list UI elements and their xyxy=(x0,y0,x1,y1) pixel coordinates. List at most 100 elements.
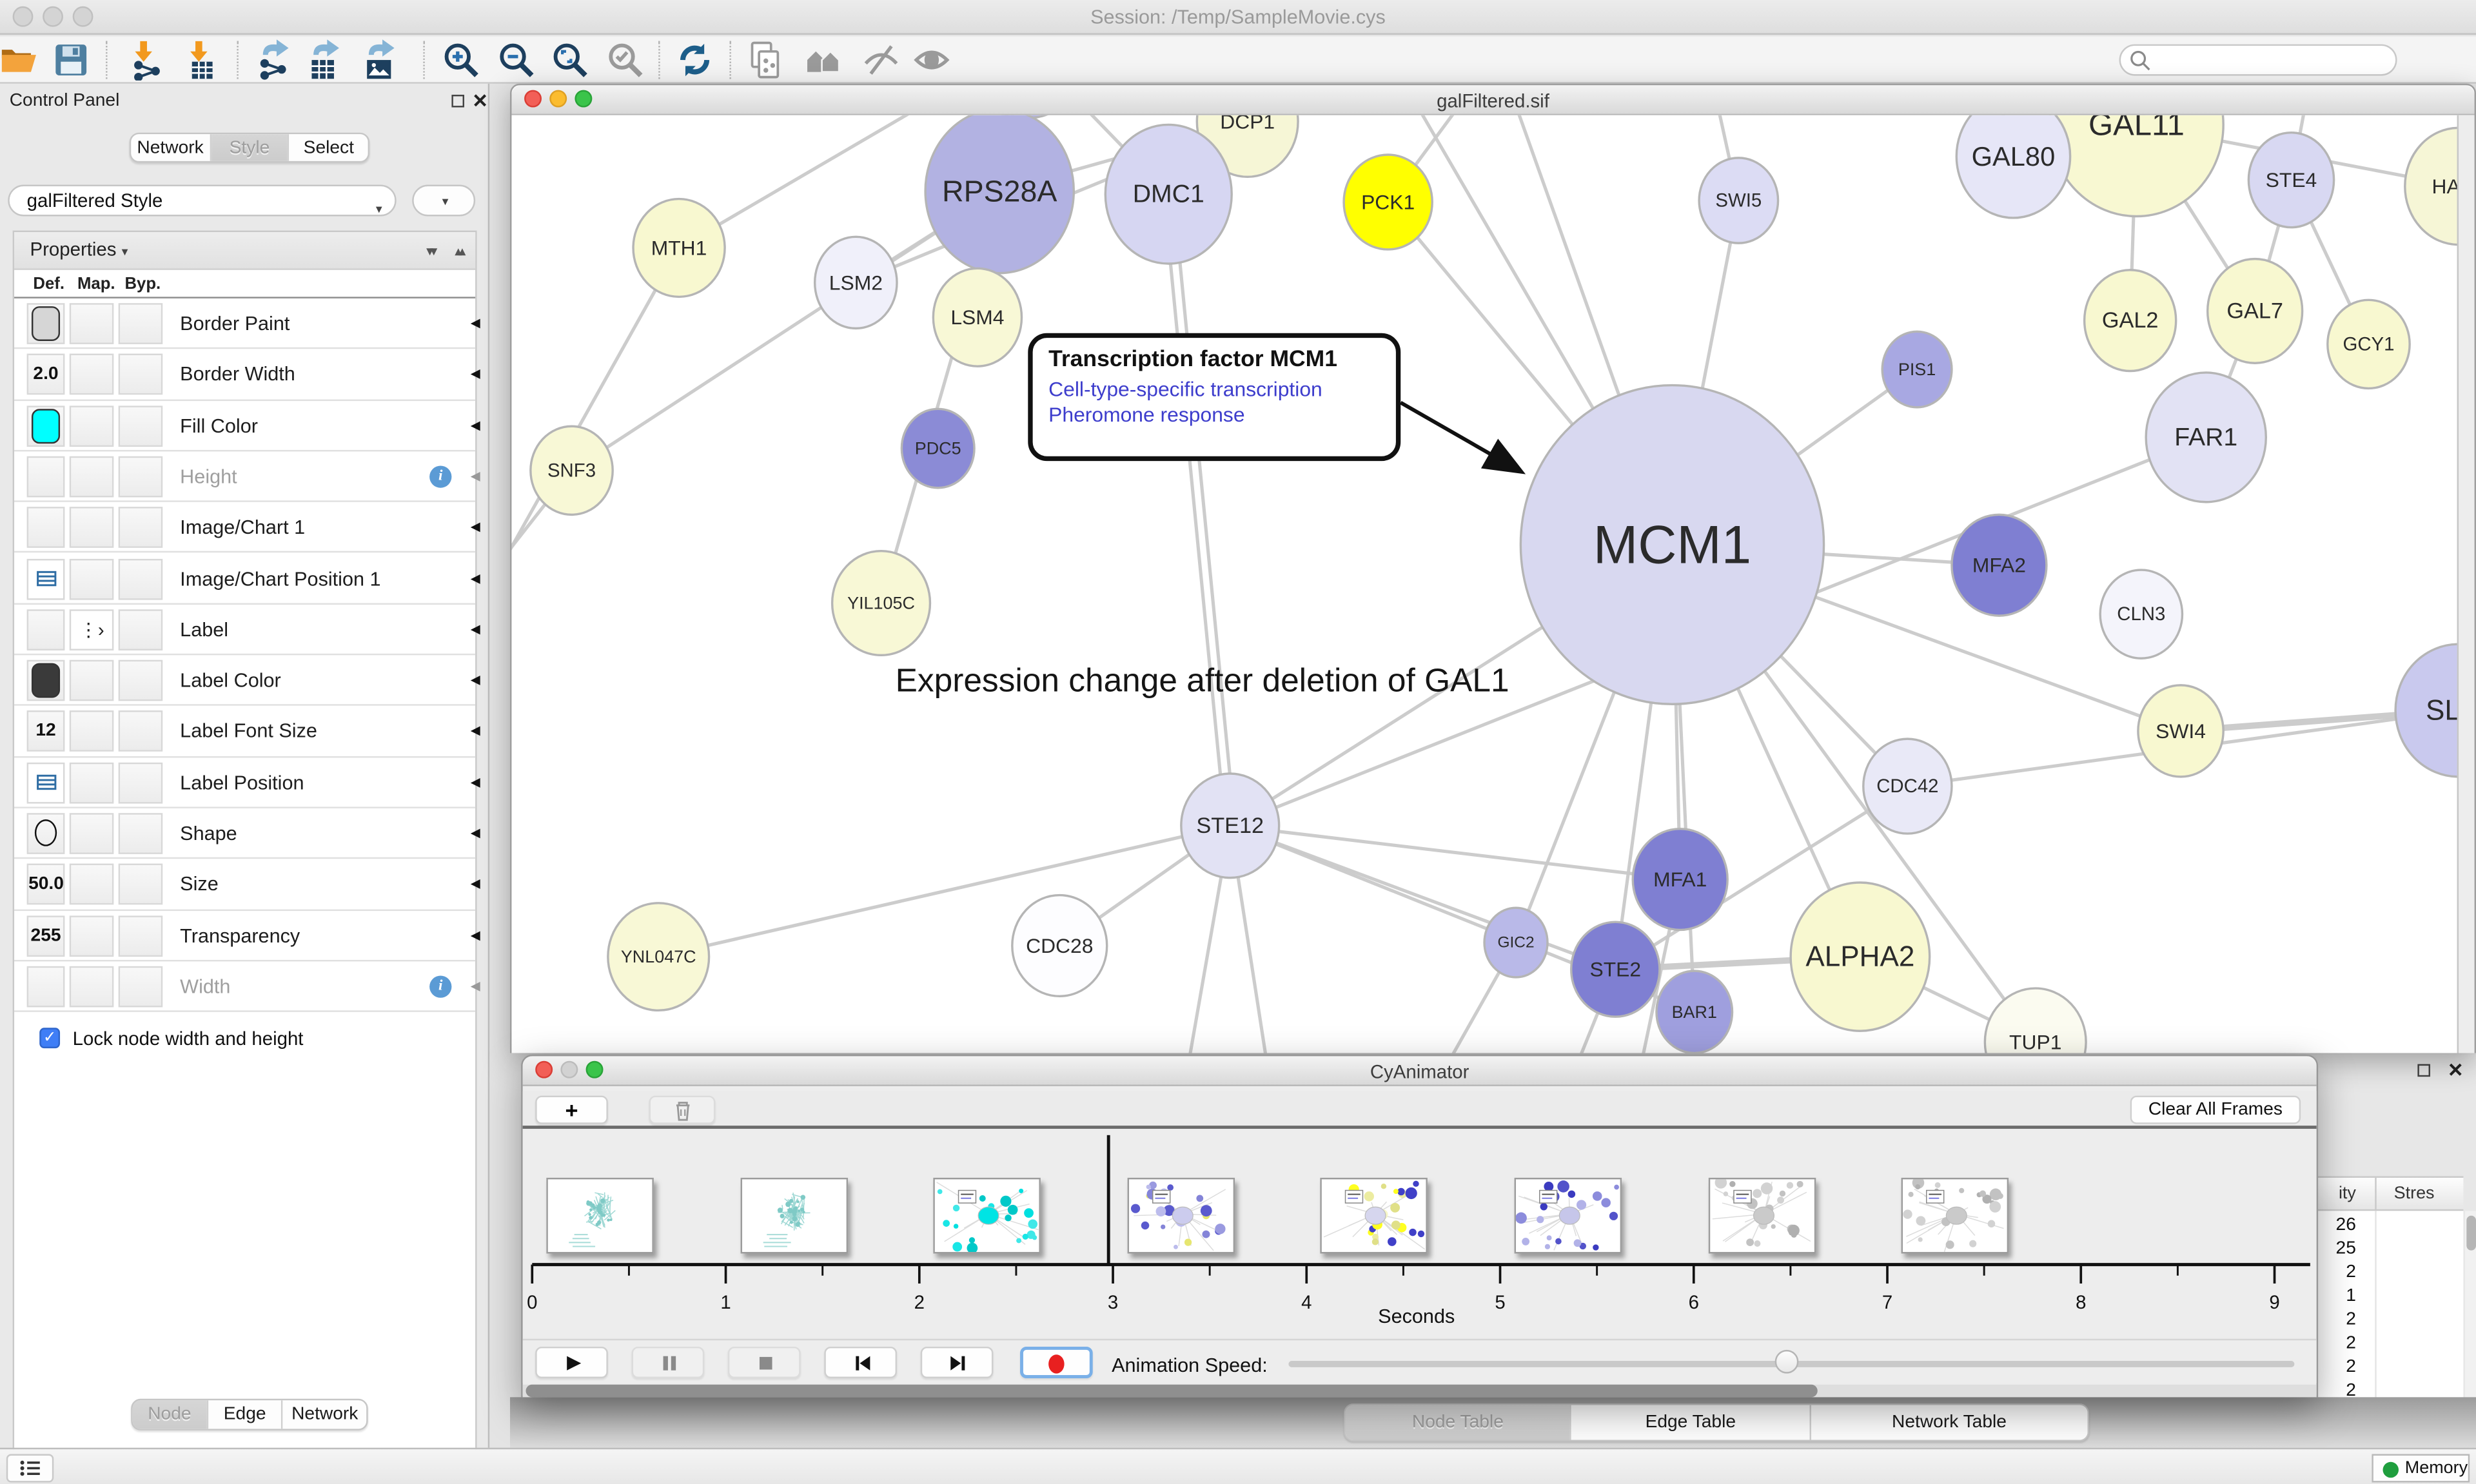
expand-row-icon[interactable]: ◀ xyxy=(471,928,480,942)
zoom-in-icon[interactable] xyxy=(440,39,482,81)
bypass-value-cell[interactable] xyxy=(119,762,163,803)
network-overview-icon[interactable] xyxy=(802,39,843,81)
annotation-link[interactable]: Pheromone response xyxy=(1048,402,1380,426)
info-icon[interactable]: i xyxy=(429,465,451,487)
record-button[interactable] xyxy=(1020,1347,1093,1378)
network-scrollbar[interactable] xyxy=(2457,115,2475,1053)
save-session-icon[interactable] xyxy=(50,39,91,81)
bypass-value-cell[interactable] xyxy=(119,354,163,395)
animation-speed-slider-thumb[interactable] xyxy=(1775,1350,1799,1374)
expand-row-icon[interactable]: ◀ xyxy=(471,877,480,891)
property-row-fill-color[interactable]: Fill Color◀ xyxy=(14,400,475,451)
open-file-icon[interactable] xyxy=(0,39,39,81)
mapping-value-cell[interactable] xyxy=(70,558,114,600)
property-row-shape[interactable]: Shape◀ xyxy=(14,808,475,859)
property-row-image-chart-position-1[interactable]: Image/Chart Position 1◀ xyxy=(14,553,475,604)
style-options-button[interactable]: ▾ xyxy=(412,185,475,217)
mapping-value-cell[interactable] xyxy=(70,405,114,446)
export-network-icon[interactable] xyxy=(253,39,294,81)
property-row-size[interactable]: 50.0Size◀ xyxy=(14,859,475,910)
play-button[interactable] xyxy=(535,1347,608,1378)
delete-frame-button[interactable] xyxy=(649,1096,716,1124)
network-edge[interactable] xyxy=(658,826,1230,957)
property-row-width[interactable]: Widthi◀ xyxy=(14,961,475,1012)
show-panels-button[interactable] xyxy=(6,1453,54,1481)
import-table-icon[interactable] xyxy=(180,39,221,81)
lock-size-checkbox[interactable]: ✓ xyxy=(39,1028,60,1049)
hide-details-icon[interactable] xyxy=(861,39,902,81)
mapping-value-cell[interactable] xyxy=(70,966,114,1008)
bypass-value-cell[interactable] xyxy=(119,558,163,600)
timeline-playhead[interactable] xyxy=(1107,1135,1110,1265)
default-value-cell[interactable] xyxy=(27,813,65,854)
cyanimator-title-bar[interactable]: CyAnimator xyxy=(523,1056,2317,1086)
default-value-cell[interactable] xyxy=(27,609,65,650)
float-panel-icon[interactable] xyxy=(451,95,464,108)
mapping-value-cell[interactable] xyxy=(70,303,114,344)
mapping-value-cell[interactable]: ⋮› xyxy=(70,609,114,650)
property-row-border-width[interactable]: 2.0Border Width◀ xyxy=(14,349,475,400)
expand-row-icon[interactable]: ◀ xyxy=(471,367,480,381)
close-panel-icon[interactable]: ✕ xyxy=(472,93,488,108)
export-image-icon[interactable] xyxy=(359,39,400,81)
expand-row-icon[interactable]: ◀ xyxy=(471,469,480,483)
style-selector[interactable]: galFiltered Style ▾ xyxy=(8,185,396,217)
default-value-cell[interactable] xyxy=(27,762,65,803)
mapping-value-cell[interactable] xyxy=(70,762,114,803)
mapping-value-cell[interactable] xyxy=(70,915,114,956)
zoom-fit-icon[interactable] xyxy=(549,39,591,81)
import-network-icon[interactable] xyxy=(124,39,166,81)
tab-network[interactable]: Network xyxy=(283,1400,366,1429)
timeline-frame-5[interactable] xyxy=(1515,1178,1622,1254)
expand-row-icon[interactable]: ◀ xyxy=(471,520,480,534)
network-window-title-bar[interactable]: galFiltered.sif xyxy=(511,85,2474,115)
properties-header[interactable]: Properties ▾ ▾▾ ▴▴ xyxy=(14,232,475,270)
timeline-frame-3[interactable] xyxy=(1127,1178,1235,1254)
default-value-cell[interactable]: 12 xyxy=(27,711,65,752)
add-frame-button[interactable]: + xyxy=(535,1096,608,1124)
default-value-cell[interactable]: 2.0 xyxy=(27,354,65,395)
mapping-value-cell[interactable] xyxy=(70,354,114,395)
timeline-frame-7[interactable] xyxy=(1901,1178,2009,1254)
default-value-cell[interactable] xyxy=(27,303,65,344)
stop-button[interactable] xyxy=(728,1347,801,1378)
tab-node[interactable]: Node xyxy=(133,1400,208,1429)
column-header[interactable]: ity xyxy=(2339,1184,2356,1203)
pause-button[interactable] xyxy=(632,1347,705,1378)
default-value-cell[interactable] xyxy=(27,966,65,1008)
network-edge[interactable] xyxy=(1174,194,1235,826)
bypass-value-cell[interactable] xyxy=(119,813,163,854)
bypass-value-cell[interactable] xyxy=(119,915,163,956)
column-header[interactable]: Stres xyxy=(2394,1184,2435,1203)
close-panel-icon[interactable]: ✕ xyxy=(2448,1062,2464,1078)
search-input[interactable] xyxy=(2119,43,2397,75)
default-value-cell[interactable] xyxy=(27,660,65,701)
tab-network-table[interactable]: Network Table xyxy=(1811,1405,2087,1440)
tab-edge[interactable]: Edge xyxy=(208,1400,284,1429)
zoom-out-icon[interactable] xyxy=(496,39,537,81)
property-row-image-chart-1[interactable]: Image/Chart 1◀ xyxy=(14,502,475,553)
default-value-cell[interactable] xyxy=(27,558,65,600)
property-row-transparency[interactable]: 255Transparency◀ xyxy=(14,910,475,961)
refresh-icon[interactable] xyxy=(674,39,716,81)
expand-all-icon[interactable]: ▴▴ xyxy=(455,233,462,269)
network-canvas[interactable]: GAL11GAL80STE4HAP2DCP1RPS28ADMC1PCK1SWI5… xyxy=(511,115,2474,1053)
bypass-value-cell[interactable] xyxy=(119,405,163,446)
zoom-selected-icon[interactable] xyxy=(605,39,646,81)
show-details-icon[interactable] xyxy=(911,39,952,81)
default-value-cell[interactable]: 50.0 xyxy=(27,864,65,905)
mapping-value-cell[interactable] xyxy=(70,660,114,701)
timeline-frame-6[interactable] xyxy=(1708,1178,1816,1254)
tab-style[interactable]: Style xyxy=(211,134,290,161)
tab-edge-table[interactable]: Edge Table xyxy=(1572,1405,1811,1440)
default-value-cell[interactable] xyxy=(27,507,65,549)
go-to-start-button[interactable] xyxy=(824,1347,897,1378)
mapping-value-cell[interactable] xyxy=(70,813,114,854)
default-value-cell[interactable]: 255 xyxy=(27,915,65,956)
info-icon[interactable]: i xyxy=(429,975,451,997)
annotation-link[interactable]: Cell-type-specific transcription xyxy=(1048,377,1380,401)
clear-all-frames-button[interactable]: Clear All Frames xyxy=(2130,1096,2301,1124)
property-row-label-color[interactable]: Label Color◀ xyxy=(14,656,475,707)
expand-row-icon[interactable]: ◀ xyxy=(471,979,480,993)
bypass-value-cell[interactable] xyxy=(119,507,163,549)
